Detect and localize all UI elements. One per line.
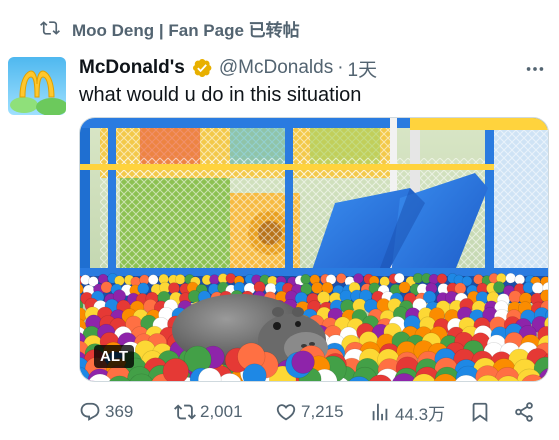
avatar[interactable]	[8, 57, 66, 115]
ball	[505, 272, 517, 284]
action-bar: 369 2,001 7,215 44.3万	[79, 397, 539, 427]
views-button[interactable]: 44.3万	[369, 397, 445, 427]
reply-count: 369	[105, 402, 134, 421]
share-button[interactable]	[513, 397, 535, 427]
ball	[436, 273, 448, 284]
like-button[interactable]: 7,215	[275, 397, 344, 427]
ball	[137, 282, 150, 295]
repost-icon	[40, 18, 60, 38]
ball	[209, 274, 220, 285]
repost-icon	[174, 404, 196, 420]
display-name[interactable]: McDonald's	[79, 57, 185, 79]
ball	[162, 358, 189, 381]
ball	[174, 274, 186, 285]
repost-label[interactable]: Moo Deng | Fan Page 已转帖	[72, 16, 300, 41]
tweet-text: what would u do in this situation	[79, 84, 362, 106]
timestamp[interactable]: 1天	[348, 55, 378, 82]
more-options-button[interactable]	[522, 58, 548, 80]
bookmark-icon	[472, 402, 488, 423]
reply-icon	[80, 402, 100, 421]
ball	[398, 281, 411, 294]
ball	[454, 282, 467, 295]
verified-badge-icon	[191, 57, 213, 79]
ball-pit-photo	[80, 118, 548, 381]
ball	[300, 273, 311, 285]
alt-badge[interactable]: ALT	[94, 345, 135, 368]
bookmark-button[interactable]	[469, 397, 491, 427]
tweet-header: McDonald's @McDonalds · 1天	[79, 55, 377, 81]
ball	[147, 274, 159, 285]
more-icon	[526, 67, 544, 71]
repost-button[interactable]: 2,001	[174, 397, 243, 427]
tweet-media-image[interactable]: ALT	[79, 117, 549, 382]
repost-count: 2,001	[200, 402, 243, 421]
like-count: 7,215	[301, 402, 344, 421]
reply-button[interactable]: 369	[79, 397, 133, 427]
ball	[100, 281, 113, 294]
ball	[514, 274, 526, 285]
ball	[394, 272, 405, 284]
handle[interactable]: @McDonalds	[219, 57, 333, 79]
separator-dot: ·	[337, 57, 344, 78]
share-icon	[515, 402, 533, 422]
heart-icon	[276, 404, 296, 421]
views-chart-icon	[372, 403, 388, 421]
ball	[493, 281, 506, 294]
repost-header[interactable]: Moo Deng | Fan Page 已转帖	[40, 16, 300, 40]
ball	[291, 350, 315, 374]
view-count: 44.3万	[395, 404, 446, 424]
